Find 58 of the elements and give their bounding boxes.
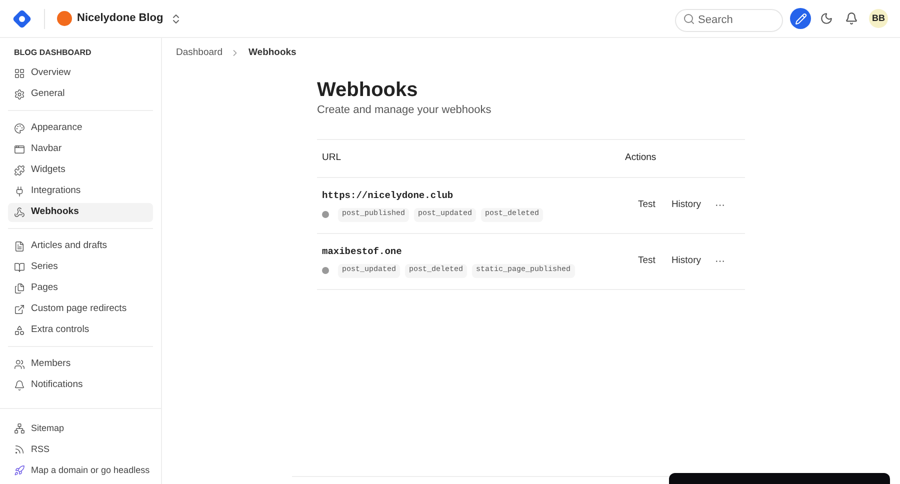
window-icon [14,144,25,155]
grid-icon [14,68,25,79]
breadcrumb-link[interactable]: Webhooks [248,46,296,60]
breadcrumb-link[interactable]: Dashboard [176,46,222,60]
plug-icon [14,186,25,197]
sidebar-heading: BLOG DASHBOARD [13,47,92,59]
sidebar-item[interactable]: Custom page redirects [8,300,153,319]
sidebar-item[interactable]: Overview [8,64,153,83]
action-link[interactable]: History [663,196,709,214]
more-button[interactable]: ··· [709,254,731,269]
sidebar-item[interactable]: Series [8,258,153,277]
sidebar-item[interactable]: RSS [8,440,153,459]
settings-icon [14,89,25,100]
palette-icon [14,123,25,134]
write-button[interactable] [790,8,811,29]
puzzle-icon [14,165,25,176]
pencil-icon [794,12,806,24]
sidebar-item[interactable]: Articles and drafts [8,237,153,256]
rocket-icon [14,465,25,476]
more-button[interactable]: ··· [709,198,731,213]
webhook-url: https://nicelydone.club [322,189,454,203]
column-header: Actions [625,151,658,166]
column-header: URL [322,151,342,166]
book-icon [14,262,25,273]
sidebar-item[interactable]: Extra controls [8,321,153,340]
webhook-icon [14,207,25,218]
sidebar-item[interactable]: Members [8,355,153,374]
bell-icon [14,380,25,391]
action-link[interactable]: Test [630,252,664,270]
user-avatar[interactable]: BB [869,9,888,28]
action-link[interactable]: Test [630,196,664,214]
rss-icon [14,444,25,455]
search-field[interactable]: Search [675,8,783,32]
sidebar-item[interactable]: Navbar [8,140,153,159]
search-icon [683,13,695,25]
sidebar-item[interactable]: Sitemap [8,419,153,438]
sidebar-item[interactable]: Webhooks [8,203,153,222]
blog-name[interactable]: Nicelydone Blog [77,10,164,27]
sitemap-icon [14,423,25,434]
action-link[interactable]: History [663,252,709,270]
sidebar-item[interactable]: General [8,85,153,104]
bell-icon[interactable] [845,12,858,25]
page-subtitle: Create and manage your webhooks [317,103,492,118]
document-icon [14,241,25,252]
webhook-url: maxibestof.one [322,245,403,259]
shapes-icon [14,325,25,336]
moon-icon[interactable] [820,12,833,25]
sidebar-item[interactable]: Appearance [8,119,153,138]
users-icon [14,359,25,370]
sidebar-item[interactable]: Pages [8,279,153,298]
blog-logo-icon [57,11,72,26]
pages-icon [14,283,25,294]
sidebar-item[interactable]: Integrations [8,182,153,201]
external-link-icon [14,304,25,315]
page-title: Webhooks [317,78,419,104]
sidebar-item[interactable]: Widgets [8,161,153,180]
sidebar-item[interactable]: Map a domain or go headless [8,461,153,480]
sidebar-item[interactable]: Notifications [8,376,153,395]
